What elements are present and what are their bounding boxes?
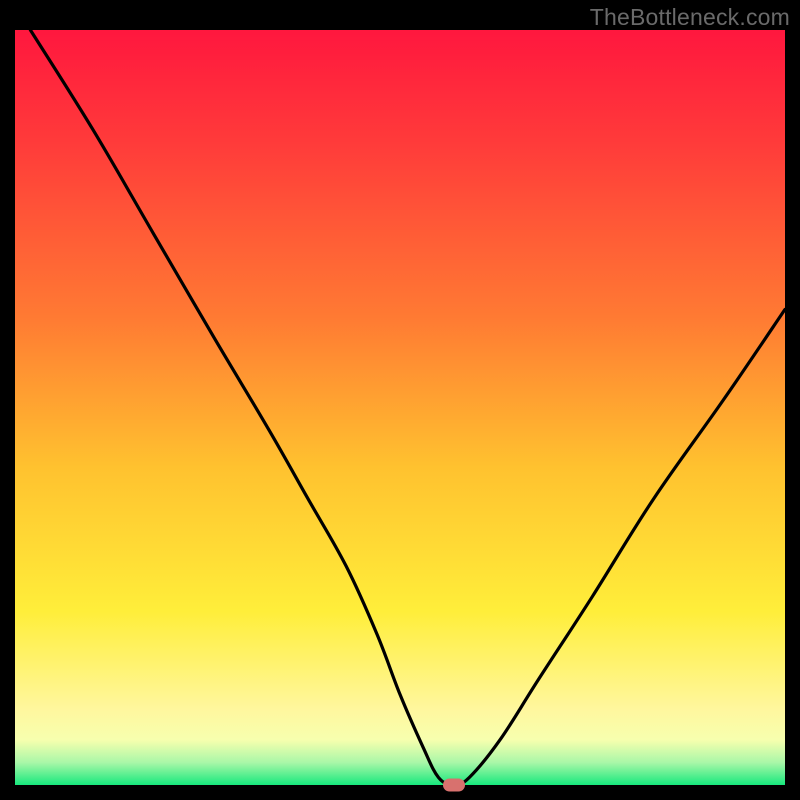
watermark-text: TheBottleneck.com (590, 4, 790, 31)
chart-frame: TheBottleneck.com (0, 0, 800, 800)
bottleneck-curve-path (30, 30, 785, 785)
curve-svg (15, 30, 785, 785)
optimal-point-marker (443, 779, 465, 792)
plot-area (15, 30, 785, 785)
